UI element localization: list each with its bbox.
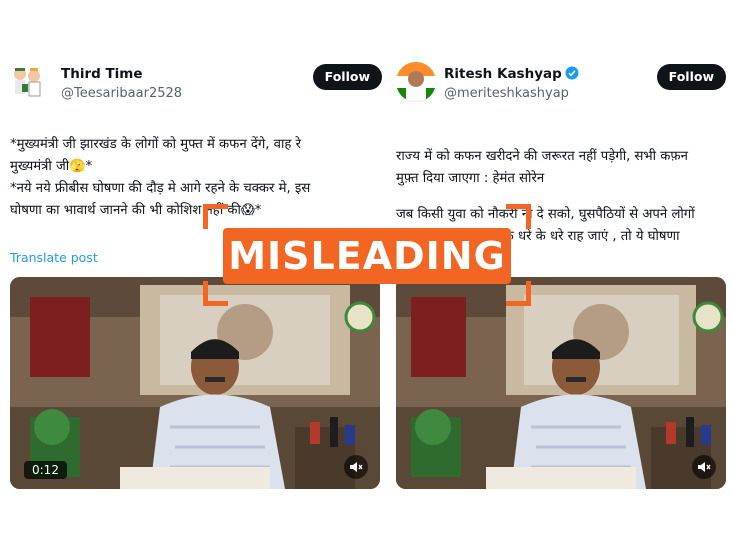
tweet-text-line: *मुख्यमंत्री जी झारखंड के लोगों को मुफ्त…	[10, 137, 301, 152]
display-name[interactable]: Ritesh Kashyap	[444, 66, 579, 82]
speaker-muted-icon	[698, 462, 711, 472]
tweet-text-line: मुफ़्त दिया जाएगा : हेमंत सोरेन	[396, 171, 545, 186]
avatar-photo-icon	[396, 62, 436, 102]
mute-button[interactable]	[692, 455, 716, 479]
video-duration: 0:12	[24, 461, 67, 479]
follow-button[interactable]: Follow	[656, 64, 726, 90]
tweet-text-line: राज्य में को कफन खरीदने की जरूरत नहीं पड…	[396, 149, 688, 164]
misleading-label-text: MISLEADING	[223, 228, 511, 284]
translate-post-link[interactable]: Translate post	[10, 250, 98, 265]
avatar[interactable]	[396, 62, 436, 102]
fact-check-label: MISLEADING	[203, 204, 531, 306]
user-handle[interactable]: @meriteshkashyap	[444, 86, 569, 101]
video-player[interactable]: 0:12	[10, 277, 380, 489]
video-thumbnail	[10, 277, 380, 489]
verified-badge-icon	[565, 66, 579, 80]
tweet-text-line: *नये नये फ्रीबीस घोषणा की दौड़ मे आगे रह…	[10, 181, 311, 196]
follow-button[interactable]: Follow	[312, 64, 382, 90]
label-bracket	[203, 281, 228, 306]
mute-button[interactable]	[344, 455, 368, 479]
speaker-muted-icon	[350, 462, 363, 472]
display-name[interactable]: Third Time	[61, 66, 143, 82]
post-header: Ritesh Kashyap @meriteshkashyap Follow	[396, 62, 726, 106]
tweet-text-line: मुख्यमंत्री जी🫣*	[10, 159, 93, 174]
video-player[interactable]	[396, 277, 726, 489]
label-bracket	[506, 281, 531, 306]
user-handle[interactable]: @Teesaribaar2528	[61, 86, 182, 101]
video-thumbnail	[396, 277, 726, 489]
avatar-cartoon-icon	[8, 62, 48, 102]
avatar[interactable]	[8, 62, 48, 102]
display-name-text: Ritesh Kashyap	[444, 66, 562, 82]
label-bracket	[506, 204, 531, 229]
label-bracket	[203, 204, 228, 229]
post-header: Third Time @Teesaribaar2528 Follow	[8, 62, 382, 106]
